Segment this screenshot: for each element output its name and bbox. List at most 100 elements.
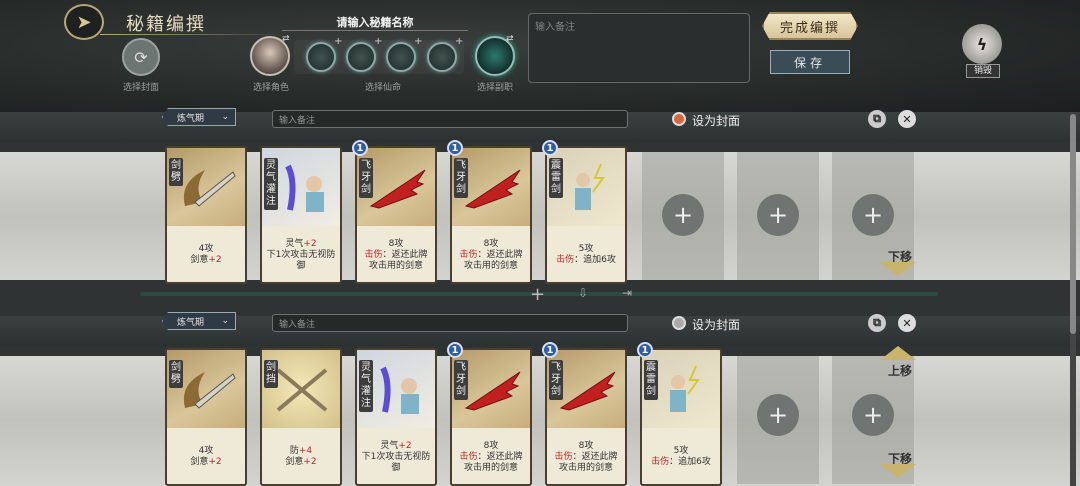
card-line1: 8攻 [483,238,499,249]
destiny-slot-4[interactable] [427,42,457,72]
card-name: 剑挡 [264,360,278,388]
card-line2: 剑意+2 [190,255,222,265]
paste-icon[interactable]: ⇩ [578,286,588,300]
set-cover-label[interactable]: 设为封面 [692,316,740,333]
card-line2: 下1次攻击无视防御 [361,451,431,473]
move-up-button[interactable]: 上移 [888,362,912,379]
card-desc: 灵气+2 下1次攻击无视防御 [262,228,340,282]
card-line1: 4攻 [198,244,214,254]
cover-caption: 选择封面 [122,83,159,93]
chevron-down-icon[interactable] [880,464,916,478]
plus-icon: + [455,36,464,47]
card-desc: 8攻 击伤：返还此牌攻击用的剑意 [452,430,530,484]
copy-icon[interactable]: ⧉ [868,110,886,128]
swap-icon[interactable]: ⇄ [506,34,514,44]
card-name: 飞牙剑 [454,360,468,400]
card-name: 飞牙剑 [549,360,563,400]
card[interactable]: 飞牙剑 8攻 击伤：返还此牌攻击用的剑意 [450,348,532,486]
destroy-button[interactable]: 销毁 [966,64,1000,78]
manual-name-input[interactable]: 请输入秘籍名称 [320,14,430,30]
destiny-caption: 选择仙命 [364,83,401,93]
spirit-sword-icon [380,366,419,414]
destiny-slot-2[interactable] [346,42,376,72]
close-icon[interactable]: ✕ [898,314,916,332]
fang-sword-icon [559,371,616,411]
card-level-badge: 1 [352,140,368,156]
thunder-sword-icon [575,163,605,210]
title-divider [100,34,290,35]
destiny-slot-3[interactable] [386,42,416,72]
card-line2: 击伤：追加6攻 [556,255,616,265]
empty-card-slot[interactable]: + [737,356,819,484]
card[interactable]: 灵气灌注 灵气+2 下1次攻击无视防御 [355,348,437,486]
spirit-sword-icon [285,164,324,212]
page-title: 秘籍编撰 [126,14,206,35]
card-desc: 5攻 击伤：追加6攻 [547,228,625,282]
card[interactable]: 飞牙剑 8攻 击伤：返还此牌攻击用的剑意 [355,146,437,284]
crossed-swords-icon [276,368,328,412]
card-line1: 4攻 [198,446,214,456]
save-button[interactable]: 保存 [770,50,850,74]
close-icon[interactable]: ✕ [898,110,916,128]
card-line1: 5攻 [673,446,689,456]
destiny-slot-1[interactable] [306,42,336,72]
chevron-up-icon[interactable] [880,346,916,360]
card[interactable]: 剑挡 防+4 剑意+2 [260,348,342,486]
cover-select-button[interactable]: ⟳ [122,38,160,76]
card-line1: 防+4 [289,446,313,456]
empty-card-slot[interactable]: + [737,152,819,280]
destroy-icon[interactable]: ϟ [962,24,1002,64]
cover-radio[interactable] [672,112,686,126]
card[interactable]: 灵气灌注 灵气+2 下1次攻击无视防御 [260,146,342,284]
chevron-down-icon[interactable] [880,262,916,276]
row-1-strip [0,152,1080,280]
header: ➤ 秘籍编撰 ⟳ 选择封面 请输入秘籍名称 ⇄ 选择角色 + + + + 选择仙… [0,0,1080,112]
stage-value: 炼气期 [177,317,205,328]
card-line1: 8攻 [483,440,499,451]
row-note-input[interactable]: 输入备注 [272,110,628,128]
stage-select[interactable]: 炼气期 ⌄ [162,108,236,126]
copy-icon[interactable]: ⧉ [868,314,886,332]
card-line1: 灵气+2 [380,440,412,451]
sword-icon [183,372,236,409]
card-desc: 防+4 剑意+2 [262,430,340,484]
finish-button[interactable]: 完成编撰 [762,12,858,40]
stage-select[interactable]: 炼气期 ⌄ [162,312,236,330]
card-line2: 剑意+2 [285,457,317,467]
card[interactable]: 剑劈 4攻 剑意+2 [165,348,247,486]
cover-radio[interactable] [672,316,686,330]
fang-sword-icon [464,169,521,209]
add-row-icon[interactable]: + [530,284,545,305]
card-line2: 击伤：返还此牌攻击用的剑意 [459,451,523,473]
card-desc: 4攻 剑意+2 [167,228,245,282]
thunder-sword-icon [670,365,700,412]
back-arrow-icon[interactable]: ➤ [64,4,104,40]
fang-sword-icon [464,371,521,411]
card[interactable]: 震雷剑 5攻 击伤：追加6攻 [545,146,627,284]
empty-card-slot[interactable]: + [642,152,724,280]
card-line2: 击伤：追加6攻 [651,457,711,467]
scrollbar-thumb[interactable] [1070,114,1076,334]
card-line1: 5攻 [578,244,594,254]
notes-textarea[interactable]: 输入备注 [528,13,750,83]
card-desc: 8攻 击伤：返还此牌攻击用的剑意 [452,228,530,282]
card-level-badge: 1 [637,342,653,358]
swap-icon[interactable]: ⇄ [282,34,290,44]
import-icon[interactable]: ⇥ [622,286,632,300]
plus-icon: + [662,194,704,236]
card-line2: 击伤：返还此牌攻击用的剑意 [554,451,618,473]
card-line2: 剑意+2 [190,457,222,467]
card[interactable]: 震雷剑 5攻 击伤：追加6攻 [640,348,722,486]
card[interactable]: 剑劈 4攻 剑意+2 [165,146,247,284]
row-note-input[interactable]: 输入备注 [272,314,628,332]
plus-icon: + [852,194,894,236]
card-name: 灵气灌注 [264,158,278,210]
card-level-badge: 1 [542,342,558,358]
cover-icon: ⟳ [134,47,148,67]
set-cover-label[interactable]: 设为封面 [692,112,740,129]
name-underline [282,30,468,31]
card[interactable]: 飞牙剑 8攻 击伤：返还此牌攻击用的剑意 [450,146,532,284]
card-line1: 8攻 [388,238,404,249]
card-line2: 击伤：返还此牌攻击用的剑意 [364,249,428,271]
card[interactable]: 飞牙剑 8攻 击伤：返还此牌攻击用的剑意 [545,348,627,486]
